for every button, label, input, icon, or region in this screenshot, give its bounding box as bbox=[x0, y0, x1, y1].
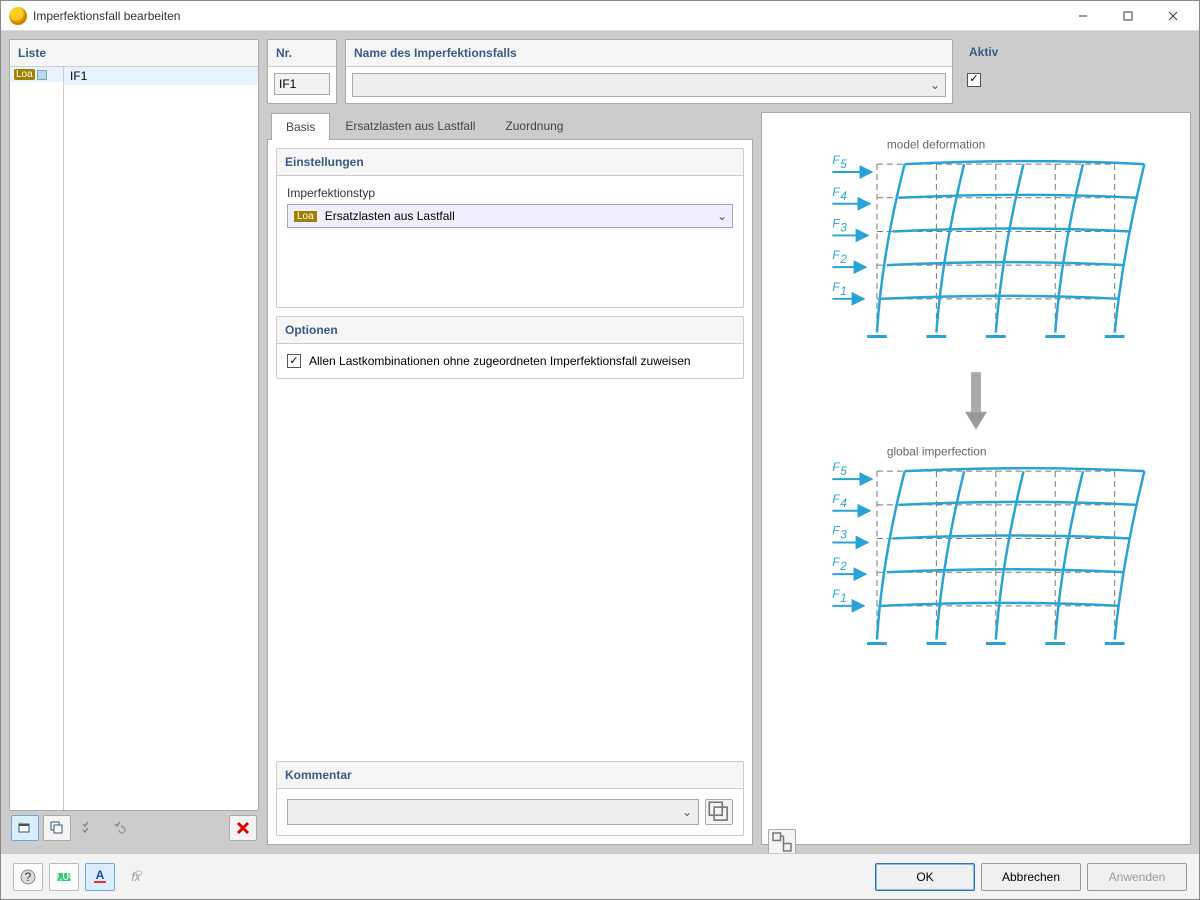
svg-text:5: 5 bbox=[840, 157, 847, 171]
svg-text:F: F bbox=[832, 217, 840, 231]
left-column: Liste Loa IF1 bbox=[9, 39, 259, 845]
apply-button[interactable]: Anwenden bbox=[1087, 863, 1187, 891]
delete-item-button[interactable] bbox=[229, 815, 257, 841]
diagram-title-1: model deformation bbox=[887, 137, 985, 151]
titlebar: Imperfektionsfall bearbeiten bbox=[1, 1, 1199, 31]
svg-text:4: 4 bbox=[840, 189, 847, 203]
tab-basis[interactable]: Basis bbox=[271, 113, 330, 140]
svg-text:F: F bbox=[832, 185, 840, 199]
svg-text:F: F bbox=[832, 280, 840, 294]
units-button[interactable]: 0,00 bbox=[49, 863, 79, 891]
copy-item-button[interactable] bbox=[43, 815, 71, 841]
svg-text:F: F bbox=[832, 587, 840, 601]
svg-text:F: F bbox=[832, 460, 840, 474]
active-label: Aktiv bbox=[961, 39, 1191, 65]
refresh-checks-button[interactable] bbox=[107, 815, 135, 841]
assign-all-label: Allen Lastkombinationen ohne zugeordnete… bbox=[309, 354, 691, 368]
ok-button[interactable]: OK bbox=[875, 863, 975, 891]
svg-text:1: 1 bbox=[840, 591, 847, 605]
chevron-down-icon: ⌄ bbox=[925, 78, 945, 92]
main-row: Basis Ersatzlasten aus Lastfall Zuordnun… bbox=[267, 112, 1191, 845]
cancel-button[interactable]: Abbrechen bbox=[981, 863, 1081, 891]
comment-combo[interactable]: ⌄ bbox=[287, 799, 699, 825]
number-panel: Nr. bbox=[267, 39, 337, 104]
svg-text:F: F bbox=[832, 555, 840, 569]
svg-text:0,00: 0,00 bbox=[55, 869, 73, 883]
svg-text:F: F bbox=[832, 492, 840, 506]
window-title: Imperfektionsfall bearbeiten bbox=[33, 9, 1060, 23]
help-button[interactable]: ? bbox=[13, 863, 43, 891]
app-icon bbox=[9, 7, 27, 25]
svg-text:?: ? bbox=[25, 870, 32, 884]
tab-bar: Basis Ersatzlasten aus Lastfall Zuordnun… bbox=[267, 112, 753, 139]
type-combo[interactable]: Loa Ersatzlasten aus Lastfall ⌄ bbox=[287, 204, 733, 228]
svg-text:4: 4 bbox=[840, 496, 847, 510]
svg-text:A: A bbox=[96, 868, 105, 882]
chevron-down-icon: ⌄ bbox=[712, 209, 732, 223]
svg-text:2: 2 bbox=[839, 252, 847, 266]
list-category[interactable]: Loa bbox=[10, 67, 63, 82]
work-area: Liste Loa IF1 bbox=[1, 31, 1199, 853]
svg-text:3: 3 bbox=[840, 528, 847, 542]
font-color-button[interactable]: A bbox=[85, 863, 115, 891]
minimize-button[interactable] bbox=[1060, 1, 1105, 31]
tabs-panel: Basis Ersatzlasten aus Lastfall Zuordnun… bbox=[267, 112, 753, 845]
svg-text:3: 3 bbox=[840, 220, 847, 234]
settings-header: Einstellungen bbox=[277, 149, 743, 176]
name-panel: Name des Imperfektionsfalls ⌄ bbox=[345, 39, 953, 104]
diagram-title-2: global imperfection bbox=[887, 444, 987, 458]
active-checkbox[interactable] bbox=[967, 73, 981, 87]
chevron-down-icon: ⌄ bbox=[676, 805, 698, 819]
list-body[interactable]: Loa IF1 bbox=[10, 67, 258, 810]
check-all-button[interactable] bbox=[75, 815, 103, 841]
maximize-button[interactable] bbox=[1105, 1, 1150, 31]
tab-body: Einstellungen Imperfektionstyp Loa Ersat… bbox=[267, 139, 753, 845]
svg-text:5: 5 bbox=[840, 464, 847, 478]
list-toolbar bbox=[9, 811, 259, 845]
assign-all-checkbox[interactable] bbox=[287, 354, 301, 368]
list-item[interactable]: IF1 bbox=[64, 67, 258, 85]
comment-header: Kommentar bbox=[277, 762, 743, 789]
name-combo[interactable]: ⌄ bbox=[352, 73, 946, 97]
svg-text:F: F bbox=[832, 524, 840, 538]
new-item-button[interactable] bbox=[11, 815, 39, 841]
color-swatch bbox=[37, 70, 47, 80]
options-group: Optionen Allen Lastkombinationen ohne zu… bbox=[276, 316, 744, 379]
svg-text:1: 1 bbox=[840, 284, 847, 298]
dialog-footer: ? 0,00 A fx OK Abbrechen Anwenden bbox=[1, 853, 1199, 899]
type-tag: Loa bbox=[14, 69, 35, 80]
header-row: Nr. Name des Imperfektionsfalls ⌄ Aktiv bbox=[267, 39, 1191, 104]
svg-text:F: F bbox=[832, 248, 840, 262]
preview-toolbar bbox=[768, 825, 1184, 855]
settings-group: Einstellungen Imperfektionstyp Loa Ersat… bbox=[276, 148, 744, 308]
name-label: Name des Imperfektionsfalls bbox=[346, 40, 952, 67]
right-area: Nr. Name des Imperfektionsfalls ⌄ Aktiv bbox=[267, 39, 1191, 845]
number-label: Nr. bbox=[268, 40, 336, 67]
tab-zuordnung[interactable]: Zuordnung bbox=[490, 112, 578, 139]
list-panel: Liste Loa IF1 bbox=[9, 39, 259, 811]
preview-settings-button[interactable] bbox=[768, 829, 796, 855]
svg-text:2: 2 bbox=[839, 559, 847, 573]
svg-text:F: F bbox=[832, 153, 840, 167]
preview-diagram: model deformation F5 F4 F3 F2 F1 bbox=[768, 123, 1184, 819]
formula-button[interactable]: fx bbox=[121, 863, 151, 891]
options-header: Optionen bbox=[277, 317, 743, 344]
close-button[interactable] bbox=[1150, 1, 1195, 31]
comment-library-button[interactable] bbox=[705, 799, 733, 825]
type-tag-icon: Loa bbox=[294, 211, 317, 222]
type-value: Ersatzlasten aus Lastfall bbox=[323, 209, 712, 223]
comment-group: Kommentar ⌄ bbox=[276, 761, 744, 836]
number-input[interactable] bbox=[274, 73, 330, 95]
active-panel: Aktiv bbox=[961, 39, 1191, 104]
list-header: Liste bbox=[10, 40, 258, 67]
type-label: Imperfektionstyp bbox=[287, 186, 733, 200]
tab-ersatzlasten[interactable]: Ersatzlasten aus Lastfall bbox=[330, 112, 490, 139]
preview-panel: model deformation F5 F4 F3 F2 F1 bbox=[761, 112, 1191, 845]
